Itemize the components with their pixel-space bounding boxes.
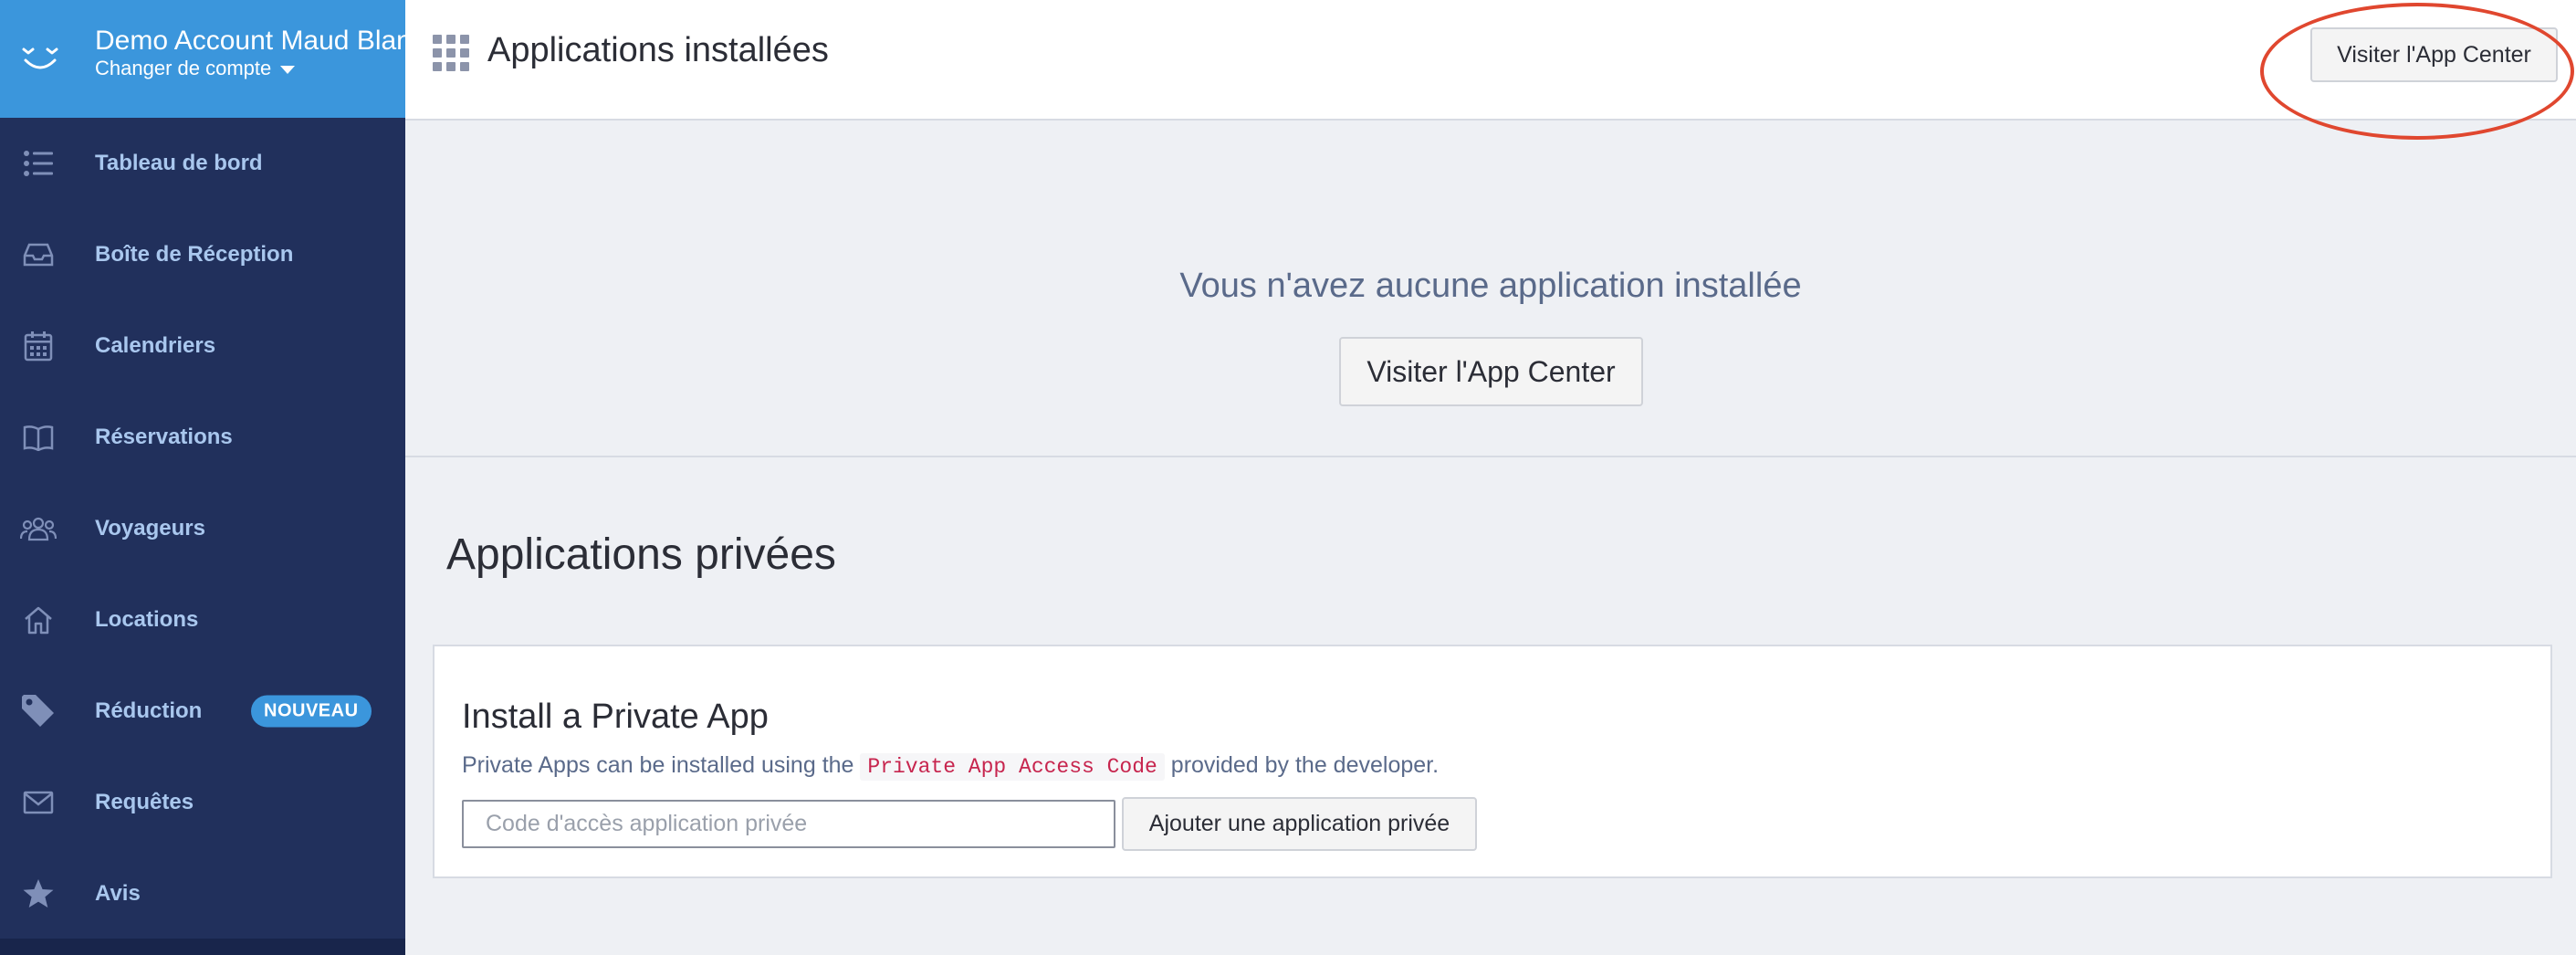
empty-message: Vous n'avez aucune application installée (1179, 267, 1802, 305)
add-private-app-button[interactable]: Ajouter une application privée (1122, 797, 1477, 851)
sidebar-item-label: Locations (95, 607, 199, 632)
sidebar-item-locations[interactable]: Locations (0, 574, 405, 666)
users-icon (20, 510, 57, 547)
private-apps-title: Applications privées (446, 530, 836, 579)
star-icon (20, 876, 57, 912)
sidebar-item-calendars[interactable]: Calendriers (0, 300, 405, 392)
list-icon (20, 145, 57, 182)
card-title: Install a Private App (462, 698, 769, 736)
new-badge: NOUVEAU (251, 695, 372, 728)
card-description: Private Apps can be installed using the … (462, 752, 1440, 781)
install-private-app-card: Install a Private App Private Apps can b… (433, 645, 2552, 878)
caret-down-icon (280, 65, 296, 74)
visit-app-center-cta[interactable]: Visiter l'App Center (1339, 337, 1643, 406)
account-switcher[interactable]: Demo Account Maud Blan Changer de compte (0, 0, 405, 118)
sidebar-item-reviews[interactable]: Avis (0, 848, 405, 939)
sidebar-footer (0, 939, 405, 955)
switch-account-link[interactable]: Changer de compte (95, 57, 296, 80)
page-header: Applications installées Visiter l'App Ce… (405, 0, 2576, 121)
home-icon (20, 602, 57, 638)
inbox-icon (20, 236, 57, 273)
sidebar-item-dashboard[interactable]: Tableau de bord (0, 118, 405, 209)
sidebar-item-label: Requêtes (95, 790, 194, 814)
sidebar-item-label: Boîte de Réception (95, 242, 294, 267)
smile-logo-icon (22, 47, 58, 69)
private-app-code-input[interactable] (462, 800, 1115, 848)
visit-app-center-button[interactable]: Visiter l'App Center (2310, 27, 2558, 82)
access-code-term: Private App Access Code (860, 753, 1165, 781)
sidebar-nav: Tableau de bord Boîte de Réception Calen… (0, 118, 405, 939)
page-title: Applications installées (487, 31, 829, 69)
envelope-icon (20, 784, 57, 821)
sidebar-item-label: Réservations (95, 425, 233, 449)
sidebar-item-reservations[interactable]: Réservations (0, 392, 405, 483)
sidebar-item-requests[interactable]: Requêtes (0, 757, 405, 848)
sidebar-item-travelers[interactable]: Voyageurs (0, 483, 405, 574)
installed-apps-empty-state: Vous n'avez aucune application installée… (405, 121, 2576, 457)
sidebar: Demo Account Maud Blan Changer de compte… (0, 0, 405, 955)
account-name: Demo Account Maud Blan (95, 26, 405, 56)
apps-grid-icon (433, 35, 469, 71)
tag-icon (20, 693, 57, 729)
sidebar-item-discount[interactable]: Réduction NOUVEAU (0, 666, 405, 757)
sidebar-item-label: Avis (95, 881, 141, 906)
sidebar-item-label: Voyageurs (95, 516, 205, 540)
calendar-icon (20, 328, 57, 364)
sidebar-item-inbox[interactable]: Boîte de Réception (0, 209, 405, 300)
sidebar-item-label: Tableau de bord (95, 151, 263, 175)
sidebar-item-label: Calendriers (95, 333, 216, 358)
sidebar-item-label: Réduction (95, 698, 203, 723)
book-icon (20, 419, 57, 456)
